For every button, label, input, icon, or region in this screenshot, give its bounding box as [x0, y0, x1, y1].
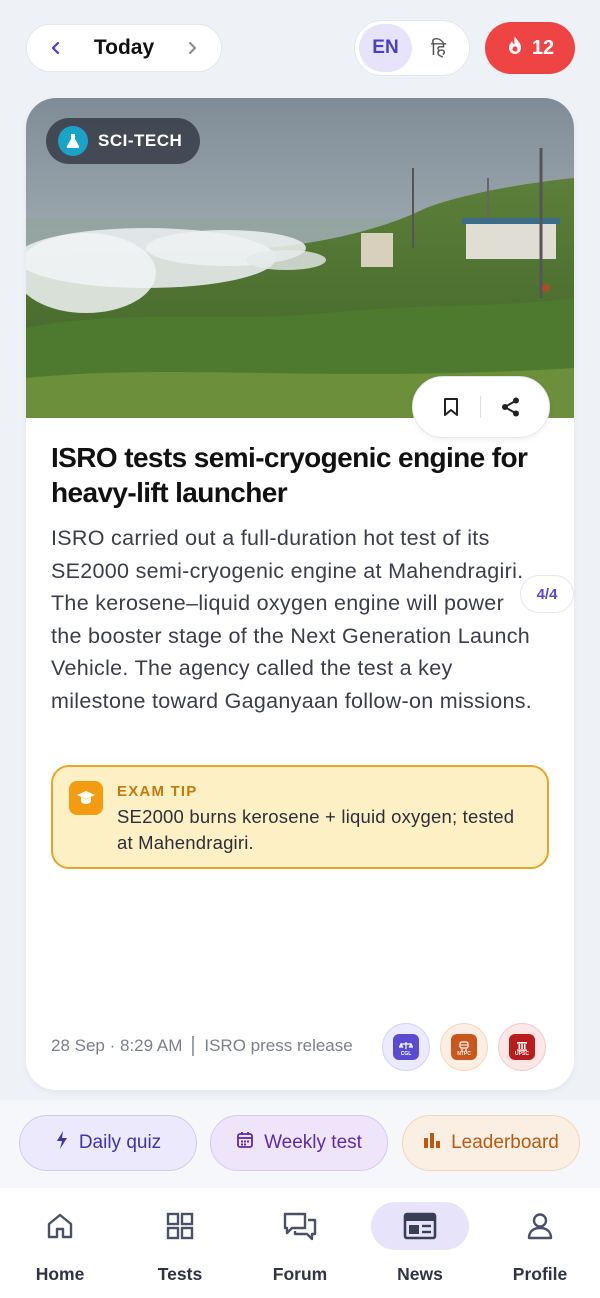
exam-tag-ntpc[interactable]: NTPC — [440, 1023, 488, 1071]
weekly-test-button[interactable]: Weekly test — [210, 1115, 388, 1171]
article-title: ISRO tests semi-cryogenic engine for hea… — [51, 442, 528, 508]
article-body: ISRO carried out a full-duration hot tes… — [51, 526, 533, 713]
pillar-icon: UPSC — [509, 1034, 535, 1060]
weekly-test-label: Weekly test — [264, 1132, 362, 1153]
nav-label: News — [397, 1264, 443, 1284]
daily-quiz-button[interactable]: Daily quiz — [19, 1115, 197, 1171]
lightning-icon — [55, 1130, 69, 1156]
user-icon — [491, 1202, 589, 1250]
nav-label: Forum — [272, 1264, 328, 1284]
daily-quiz-label: Daily quiz — [78, 1132, 162, 1153]
chat-icon — [251, 1202, 349, 1250]
article-source[interactable]: ISRO press release — [204, 1036, 352, 1056]
streak-badge[interactable]: 12 — [485, 22, 575, 74]
exam-tag-cgl[interactable]: CGL — [382, 1023, 430, 1071]
leaderboard-button[interactable]: Leaderboard — [402, 1115, 580, 1171]
grid-icon — [131, 1202, 229, 1250]
streak-count: 12 — [531, 36, 555, 59]
nav-forum[interactable]: Forum — [240, 1202, 360, 1292]
leaderboard-label: Leaderboard — [451, 1132, 559, 1153]
divider — [192, 1036, 195, 1056]
article-image: SCI-TECH — [26, 98, 574, 418]
calendar-icon — [236, 1131, 254, 1155]
article-actions — [412, 376, 550, 438]
flask-icon — [58, 126, 88, 156]
exam-tags: CGL NTPC UPSC — [382, 1023, 546, 1071]
train-icon: NTPC — [451, 1034, 477, 1060]
bookmark-icon[interactable] — [433, 389, 469, 425]
exam-tag-upsc[interactable]: UPSC — [498, 1023, 546, 1071]
graduation-cap-icon — [69, 781, 103, 815]
news-card: SCI-TECH ISRO tests semi-cryogenic engin… — [26, 98, 574, 1090]
article-meta: 28 Sep · 8:29 AM ISRO press release — [51, 1036, 353, 1056]
home-icon — [11, 1202, 109, 1250]
bar-chart-icon — [423, 1131, 441, 1155]
exam-label: CGL — [400, 1051, 412, 1057]
nav-tests[interactable]: Tests — [120, 1202, 240, 1292]
page-indicator: 4/4 — [520, 575, 574, 613]
lang-hi-button[interactable]: हि — [412, 24, 465, 72]
exam-tip: EXAM TIP SE2000 burns kerosene + liquid … — [51, 765, 549, 869]
exam-label: UPSC — [515, 1051, 529, 1057]
nav-home[interactable]: Home — [0, 1202, 120, 1292]
share-icon[interactable] — [493, 389, 529, 425]
divider — [480, 396, 482, 418]
article-date: 28 Sep · 8:29 AM — [51, 1036, 183, 1055]
cgl-icon: CGL — [393, 1034, 419, 1060]
date-label: Today — [93, 36, 155, 59]
nav-label: Tests — [157, 1264, 203, 1284]
bottom-nav: Home Tests Forum News Profile — [0, 1188, 600, 1298]
nav-label: Profile — [512, 1264, 568, 1284]
category-badge: SCI-TECH — [46, 118, 201, 164]
quick-actions: Daily quiz Weekly test Leaderboard — [0, 1100, 600, 1188]
category-label: SCI-TECH — [98, 131, 183, 150]
flame-icon — [506, 35, 524, 61]
tip-text: SE2000 burns kerosene + liquid oxygen; t… — [117, 806, 515, 853]
nav-profile[interactable]: Profile — [480, 1202, 600, 1292]
nav-label: Home — [35, 1264, 85, 1284]
chevron-left-icon[interactable] — [45, 37, 67, 59]
newspaper-icon — [371, 1202, 469, 1250]
lang-en-button[interactable]: EN — [359, 24, 412, 72]
exam-label: NTPC — [457, 1051, 471, 1057]
date-selector: Today — [26, 24, 222, 72]
chevron-right-icon[interactable] — [181, 37, 203, 59]
tip-label: EXAM TIP — [117, 783, 198, 800]
nav-news[interactable]: News — [360, 1202, 480, 1292]
language-toggle: EN हि — [354, 20, 470, 76]
